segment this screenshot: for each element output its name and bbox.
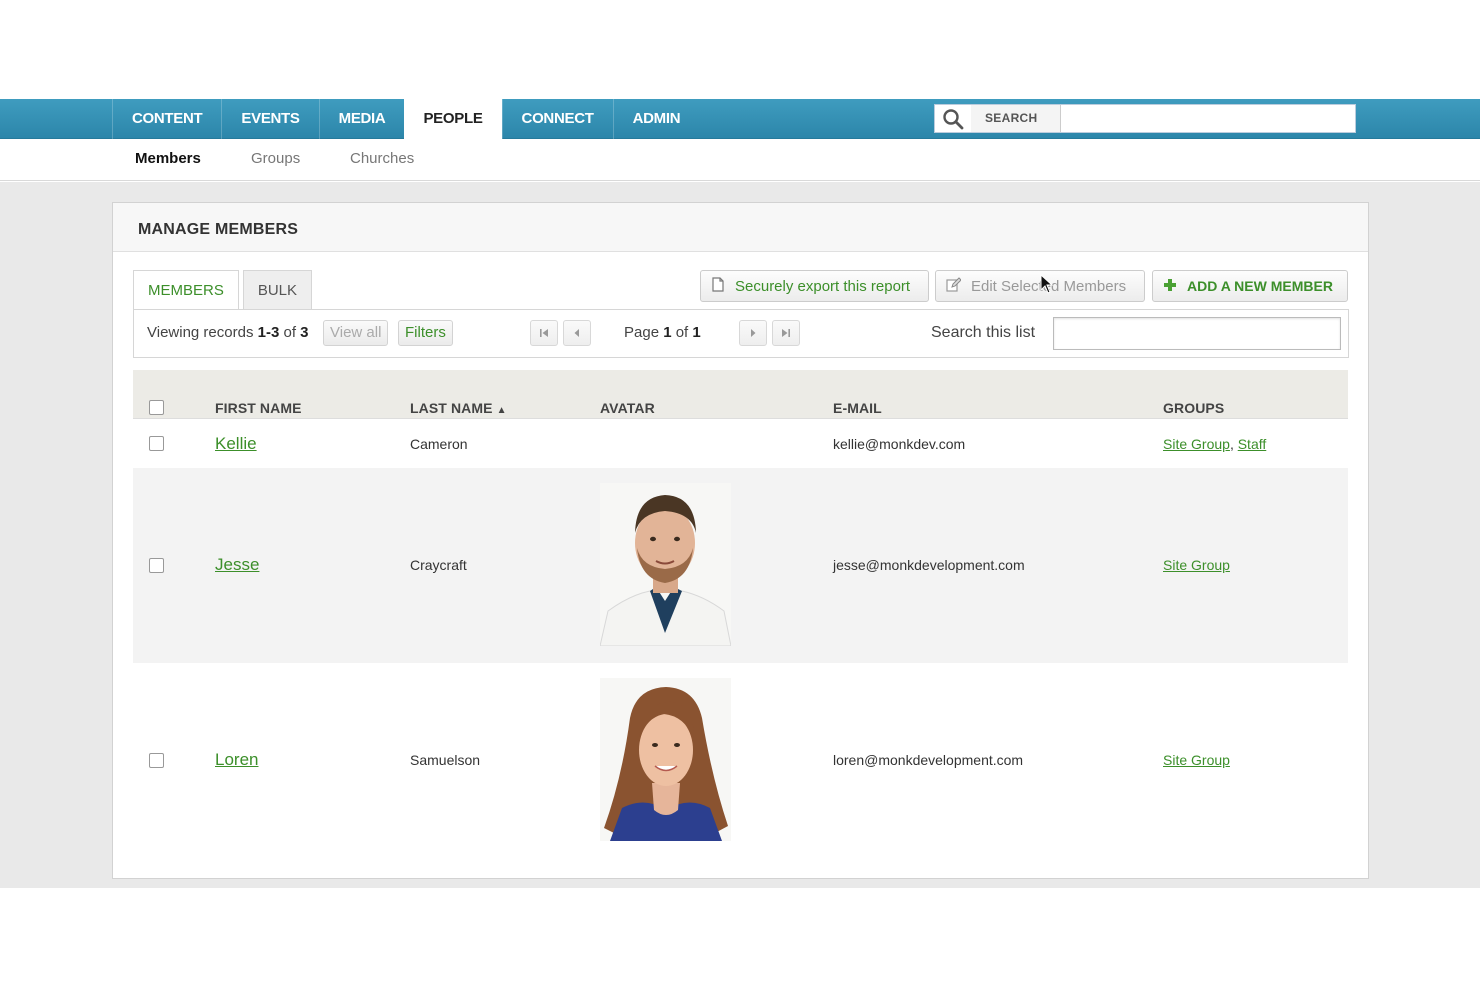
group-link[interactable]: Site Group <box>1163 436 1230 452</box>
column-groups: GROUPS <box>1163 400 1225 416</box>
search-list-input[interactable] <box>1053 317 1341 350</box>
plus-icon <box>1163 278 1177 295</box>
first-name-link[interactable]: Jesse <box>215 555 259 575</box>
nav-tab-events[interactable]: EVENTS <box>221 99 318 139</box>
nav-tab-content[interactable]: CONTENT <box>112 99 221 139</box>
sub-nav: Members Groups Churches <box>0 139 1480 181</box>
add-member-label: ADD A NEW MEMBER <box>1187 278 1333 294</box>
edit-icon <box>946 276 962 296</box>
column-avatar: AVATAR <box>600 400 655 416</box>
email: jesse@monkdevelopment.com <box>833 557 1025 573</box>
groups-cell: Site Group, Staff <box>1163 436 1267 452</box>
export-report-button[interactable]: Securely export this report <box>700 270 929 302</box>
panel-title: MANAGE MEMBERS <box>138 221 299 238</box>
next-page-button[interactable] <box>739 320 767 346</box>
row-checkbox[interactable] <box>149 753 164 768</box>
page-indicator: Page 1 of 1 <box>624 324 701 341</box>
view-all-button[interactable]: View all <box>323 320 389 346</box>
table-row: Kellie Cameron kellie@monkdev.com Site G… <box>133 420 1348 468</box>
last-name: Samuelson <box>410 752 481 768</box>
global-search-input[interactable] <box>1061 105 1355 132</box>
first-page-button[interactable] <box>530 320 558 346</box>
select-all-checkbox[interactable] <box>149 400 164 415</box>
row-checkbox[interactable] <box>149 558 164 573</box>
search-list-label: Search this list <box>931 324 1036 341</box>
last-name: Cameron <box>410 436 468 452</box>
next-page-icon <box>751 329 756 337</box>
group-link[interactable]: Site Group <box>1163 752 1230 768</box>
table-row: Loren Samuelson loren@monkdevelopment.co… <box>133 663 1348 863</box>
group-link[interactable]: Staff <box>1238 436 1267 452</box>
search-icon[interactable] <box>935 105 971 132</box>
subnav-item-groups[interactable]: Groups <box>251 150 300 167</box>
column-first-name[interactable]: FIRST NAME <box>215 400 302 416</box>
mouse-cursor-icon <box>1040 273 1054 299</box>
viewing-records-text: Viewing records 1-3 of 3 <box>147 324 309 341</box>
document-icon <box>711 276 725 296</box>
last-name: Craycraft <box>410 557 467 573</box>
prev-page-icon <box>574 329 579 337</box>
panel-header: MANAGE MEMBERS <box>113 203 1368 252</box>
avatar <box>600 678 731 841</box>
column-last-name[interactable]: LAST NAME ▲ <box>410 400 507 416</box>
filters-button[interactable]: Filters <box>398 320 453 346</box>
subnav-item-churches[interactable]: Churches <box>350 150 414 167</box>
prev-page-button[interactable] <box>563 320 591 346</box>
search-label: SEARCH <box>971 105 1061 132</box>
nav-tab-media[interactable]: MEDIA <box>318 99 405 139</box>
tab-members[interactable]: MEMBERS <box>133 270 239 311</box>
first-page-icon <box>540 329 548 337</box>
sort-asc-icon: ▲ <box>496 405 507 416</box>
first-name-link[interactable]: Loren <box>215 750 258 770</box>
export-report-label: Securely export this report <box>735 277 911 295</box>
first-name-link[interactable]: Kellie <box>215 434 257 454</box>
last-page-button[interactable] <box>772 320 800 346</box>
top-nav: CONTENT EVENTS MEDIA PEOPLE CONNECT ADMI… <box>0 99 1480 140</box>
table-row: Jesse Craycraft jesse@monkdevelopment.co… <box>133 468 1348 663</box>
app-window: CONTENT EVENTS MEDIA PEOPLE CONNECT ADMI… <box>0 0 1480 987</box>
column-email[interactable]: E-MAIL <box>833 400 882 416</box>
last-page-icon <box>782 329 790 337</box>
table-header: FIRST NAME LAST NAME ▲ AVATAR E-MAIL GRO… <box>133 370 1348 419</box>
groups-cell: Site Group <box>1163 557 1230 573</box>
nav-tab-connect[interactable]: CONNECT <box>501 99 613 139</box>
email: kellie@monkdev.com <box>833 436 966 452</box>
avatar <box>600 483 731 646</box>
nav-tab-admin[interactable]: ADMIN <box>612 99 700 139</box>
global-search: SEARCH <box>934 104 1356 133</box>
list-toolbar: Viewing records 1-3 of 3 View all Filter… <box>133 309 1349 358</box>
nav-tab-people[interactable]: PEOPLE <box>404 99 502 140</box>
tab-bulk[interactable]: BULK <box>242 270 313 310</box>
subnav-item-members[interactable]: Members <box>135 150 201 167</box>
top-nav-tabs: CONTENT EVENTS MEDIA PEOPLE CONNECT ADMI… <box>112 99 700 140</box>
row-checkbox[interactable] <box>149 436 164 451</box>
panel-tabs: MEMBERS BULK <box>133 270 316 311</box>
add-member-button[interactable]: ADD A NEW MEMBER <box>1152 270 1348 302</box>
email: loren@monkdevelopment.com <box>833 752 1024 768</box>
groups-cell: Site Group <box>1163 752 1230 768</box>
group-link[interactable]: Site Group <box>1163 557 1230 573</box>
